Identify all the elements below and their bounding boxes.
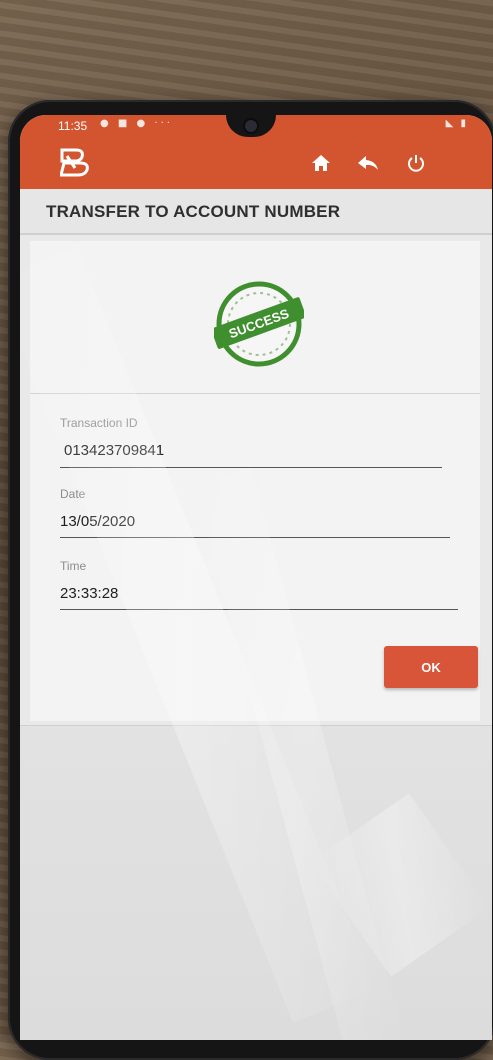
field-underline [60, 609, 458, 610]
success-stamp: SUCCESS [211, 279, 307, 369]
signal-battery-icons: ◣ ▮ [445, 118, 468, 129]
field-label: Transaction ID [60, 416, 138, 430]
power-icon[interactable] [402, 149, 430, 177]
field-label: Date [60, 487, 86, 501]
transaction-result-card: SUCCESS Transaction ID 013423709841 Date… [30, 241, 480, 721]
home-icon[interactable] [307, 149, 335, 177]
field-value: 23:33:28 [60, 585, 119, 602]
field-value: 013423709841 [64, 442, 165, 459]
section-divider [30, 393, 480, 394]
page-header: TRANSFER TO ACCOUNT NUMBER [20, 189, 492, 235]
empty-area [20, 725, 492, 1040]
status-time: 11:35 [58, 119, 88, 133]
field-value: 13/05/2020 [60, 513, 136, 530]
notification-icons: ● ■ ● ··· [100, 118, 173, 129]
ok-button[interactable]: OK [384, 646, 478, 688]
app-bar [20, 137, 492, 189]
field-underline [60, 467, 442, 468]
field-underline [60, 537, 450, 538]
phone-screen: 11:35 ● ■ ● ··· ◣ ▮ TRANSFER TO ACCOUNT … [20, 115, 492, 1040]
field-label: Time [60, 559, 87, 573]
reply-icon[interactable] [354, 149, 382, 177]
front-camera [245, 120, 257, 132]
bank-logo-icon [59, 147, 94, 177]
page-title: TRANSFER TO ACCOUNT NUMBER [46, 202, 341, 221]
